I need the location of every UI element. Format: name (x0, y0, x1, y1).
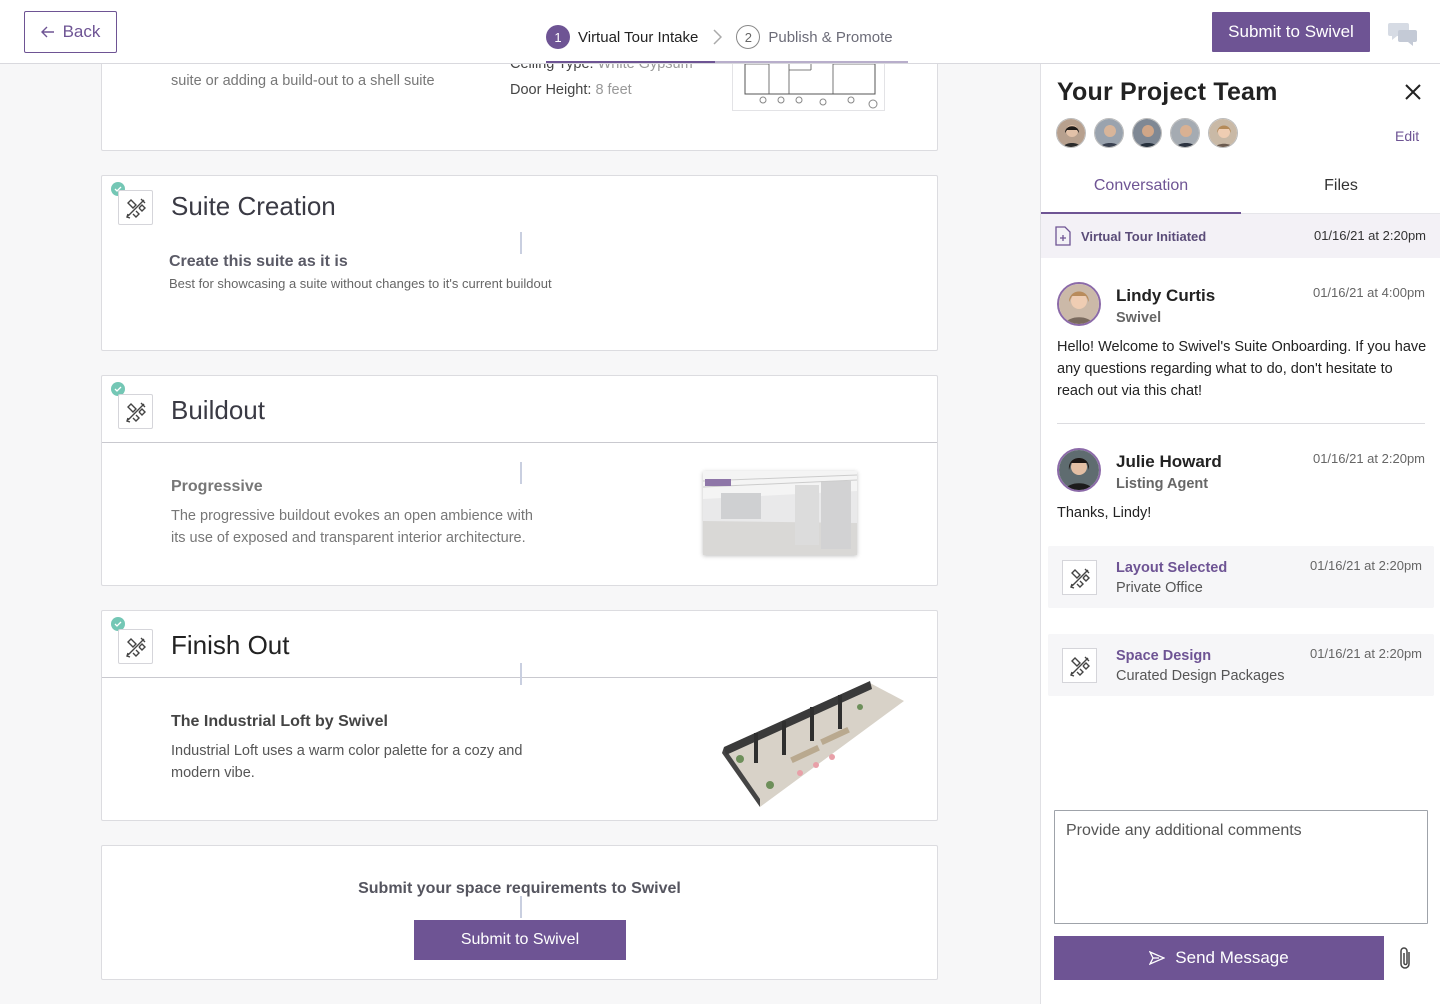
step-publish-promote[interactable]: 2 Publish & Promote (736, 24, 893, 50)
tab-conversation[interactable]: Conversation (1041, 170, 1241, 214)
buildout-header: Buildout (102, 376, 937, 442)
step-progress-inactive (715, 61, 908, 63)
message: Lindy Curtis Swivel 01/16/21 at 4:00pm H… (1057, 282, 1426, 402)
avatar (1057, 282, 1101, 326)
back-button[interactable]: Back (24, 11, 117, 53)
activity-space-design[interactable]: Space Design Curated Design Packages 01/… (1048, 634, 1434, 696)
buildout-thumbnail (703, 471, 857, 555)
divider (1057, 423, 1425, 424)
message-body: Hello! Welcome to Swivel's Suite Onboard… (1057, 339, 1427, 399)
activity-time: 01/16/21 at 2:20pm (1309, 646, 1422, 661)
step-number: 1 (546, 25, 570, 49)
finish-out-thumbnail (720, 681, 906, 811)
door-value: 8 feet (595, 82, 632, 98)
activity-sub: Private Office (1116, 580, 1203, 596)
door-label: Door Height: (510, 82, 592, 98)
finish-out-subtitle: The Industrial Loft by Swivel (171, 713, 388, 730)
message-time: 01/16/21 at 4:00pm (1312, 285, 1425, 300)
sender-role: Swivel (1116, 310, 1162, 326)
center-guide (520, 896, 522, 918)
finish-out-desc: Industrial Loft uses a warm color palett… (171, 743, 523, 781)
activity-time: 01/16/21 at 2:20pm (1309, 558, 1422, 573)
ceiling-value: White Gypsum (597, 64, 693, 72)
message-body: Thanks, Lindy! (1057, 505, 1152, 521)
step-virtual-tour-intake[interactable]: 1 Virtual Tour Intake (546, 24, 698, 50)
chat-bubbles-icon[interactable] (1388, 21, 1418, 47)
close-icon[interactable] (1403, 82, 1423, 102)
avatar[interactable] (1170, 118, 1200, 148)
design-tools-icon (118, 190, 153, 225)
project-team-panel: Your Project Team Edit Conversation File… (1040, 64, 1440, 1004)
center-guide (520, 232, 522, 254)
step-progress-active (546, 61, 715, 63)
ceiling-type: Ceiling Type: White Gypsum (510, 64, 693, 75)
avatar[interactable] (1094, 118, 1124, 148)
activity-title: Space Design (1116, 648, 1212, 664)
step-indicator: 1 Virtual Tour Intake 2 Publish & Promot… (546, 24, 893, 50)
door-height: Door Height: 8 feet (510, 79, 632, 101)
document-plus-icon (1055, 226, 1071, 246)
step-label: Virtual Tour Intake (578, 28, 699, 46)
team-avatars (1056, 118, 1238, 148)
finish-out-card: Finish Out The Industrial Loft by Swivel… (101, 610, 938, 821)
divider (102, 442, 937, 443)
buildout-desc: The progressive buildout evokes an open … (171, 508, 533, 546)
top-bar: Back 1 Virtual Tour Intake 2 Publish & P… (0, 0, 1440, 64)
avatar[interactable] (1132, 118, 1162, 148)
event-time: 01/16/21 at 2:20pm (1313, 228, 1426, 243)
chevron-right-icon (705, 29, 729, 45)
buildout-subtitle: Progressive (171, 478, 263, 495)
send-label: Send Message (1175, 948, 1289, 967)
design-tools-icon (118, 394, 153, 429)
submit-card: Submit your space requirements to Swivel… (101, 845, 938, 980)
finish-out-title: Finish Out (171, 630, 290, 660)
floor-plan-thumbnail (732, 64, 885, 111)
back-label: Back (62, 22, 101, 41)
step-number: 2 (736, 25, 761, 49)
activity-layout-selected[interactable]: Layout Selected Private Office 01/16/21 … (1048, 546, 1434, 608)
panel-title: Your Project Team (1057, 78, 1278, 106)
tab-files[interactable]: Files (1241, 170, 1440, 213)
sender-role: Listing Agent (1116, 476, 1209, 492)
design-tools-icon (118, 629, 153, 664)
edit-team-link[interactable]: Edit (1395, 128, 1419, 144)
sender-name: Lindy Curtis (1116, 286, 1216, 305)
send-message-button[interactable]: Send Message (1054, 936, 1384, 980)
avatar[interactable] (1056, 118, 1086, 148)
ceiling-label: Ceiling Type: (510, 64, 594, 72)
paperclip-icon[interactable] (1398, 946, 1414, 970)
avatar (1057, 448, 1101, 492)
submit-to-swivel-button[interactable]: Submit to Swivel (414, 920, 626, 960)
buildout-title: Buildout (171, 395, 265, 425)
suite-creation-desc: Best for showcasing a suite without chan… (169, 276, 552, 291)
panel-tabs: Conversation Files (1041, 170, 1440, 214)
center-guide (520, 462, 522, 484)
sender-name: Julie Howard (1116, 452, 1222, 471)
activity-title: Layout Selected (1116, 560, 1228, 576)
arrow-left-icon (40, 26, 54, 38)
message: Julie Howard Listing Agent 01/16/21 at 2… (1057, 448, 1425, 524)
event-label: Virtual Tour Initiated (1081, 229, 1207, 244)
layout-desc: suite or adding a build-out to a shell s… (171, 73, 435, 89)
comment-input[interactable] (1054, 810, 1428, 924)
buildout-card: Buildout Progressive The progressive bui… (101, 375, 938, 586)
layout-card: suite or adding a build-out to a shell s… (101, 64, 938, 151)
message-time: 01/16/21 at 2:20pm (1312, 451, 1425, 466)
suite-creation-card: Suite Creation Create this suite as it i… (101, 175, 938, 351)
step-label: Publish & Promote (768, 28, 893, 46)
design-tools-icon (1062, 560, 1097, 595)
main-content: suite or adding a build-out to a shell s… (0, 64, 1040, 1004)
submit-to-swivel-button[interactable]: Submit to Swivel (1212, 12, 1370, 52)
design-tools-icon (1062, 648, 1097, 683)
event-virtual-tour-initiated: Virtual Tour Initiated 01/16/21 at 2:20p… (1041, 214, 1440, 258)
avatar[interactable] (1208, 118, 1238, 148)
suite-creation-subtitle: Create this suite as it is (169, 253, 348, 270)
activity-sub: Curated Design Packages (1116, 668, 1285, 684)
suite-creation-title: Suite Creation (171, 191, 336, 221)
send-icon (1149, 950, 1166, 966)
center-guide (520, 663, 522, 685)
